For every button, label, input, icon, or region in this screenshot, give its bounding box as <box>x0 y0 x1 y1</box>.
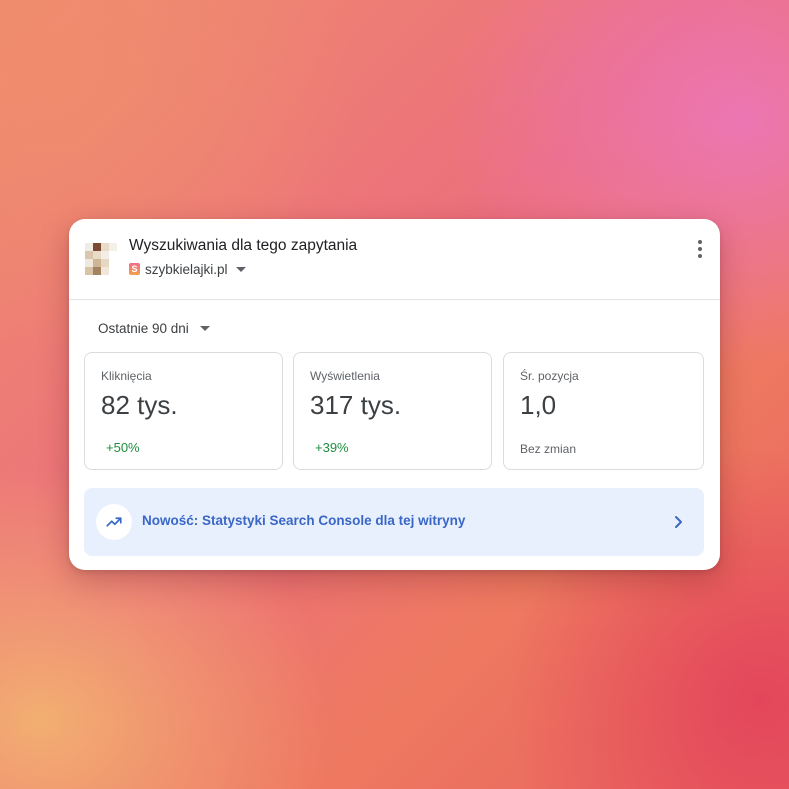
metric-card-clicks[interactable]: Kliknięcia 82 tys. +50% <box>84 352 283 470</box>
metric-label: Śr. pozycja <box>520 369 579 383</box>
favicon-pixel <box>109 243 117 251</box>
favicon-pixel <box>93 267 101 275</box>
favicon-pixel <box>93 243 101 251</box>
more-vert-icon[interactable] <box>689 237 711 261</box>
search-stats-card: Wyszukiwania dla tego zapytania S szybki… <box>69 219 720 570</box>
favicon-pixel <box>93 251 101 259</box>
metric-card-impressions[interactable]: Wyświetlenia 317 tys. +39% <box>293 352 492 470</box>
chevron-down-icon <box>235 266 246 272</box>
chevron-right-icon <box>675 516 682 528</box>
favicon-pixel <box>101 267 109 275</box>
search-console-promo-link[interactable]: Nowość: Statystyki Search Console dla te… <box>84 488 704 556</box>
period-selector[interactable]: Ostatnie 90 dni <box>98 319 210 337</box>
card-header: Wyszukiwania dla tego zapytania S szybki… <box>69 219 720 300</box>
metric-change: Bez zmian <box>520 442 577 456</box>
chevron-down-icon <box>199 325 210 331</box>
site-selector[interactable]: S szybkielajki.pl <box>129 261 246 277</box>
site-logo-icon: S <box>129 263 140 275</box>
favicon-pixel <box>109 251 117 259</box>
metric-change: +39% <box>315 440 349 455</box>
period-label: Ostatnie 90 dni <box>98 320 189 336</box>
favicon-pixel <box>101 243 109 251</box>
favicon-pixel <box>109 267 117 275</box>
trending-up-icon <box>96 504 132 540</box>
card-title: Wyszukiwania dla tego zapytania <box>129 237 358 254</box>
site-favicon-icon <box>85 243 117 275</box>
favicon-pixel <box>101 259 109 267</box>
favicon-pixel <box>85 259 93 267</box>
favicon-pixel <box>85 267 93 275</box>
favicon-pixel <box>93 259 101 267</box>
favicon-pixel <box>85 243 93 251</box>
metric-label: Wyświetlenia <box>310 369 380 383</box>
metric-value: 317 tys. <box>310 390 402 420</box>
metric-label: Kliknięcia <box>101 369 152 383</box>
metric-change: +50% <box>106 440 140 455</box>
metric-value: 82 tys. <box>101 390 178 420</box>
promo-text: Nowość: Statystyki Search Console dla te… <box>142 513 466 528</box>
favicon-pixel <box>101 251 109 259</box>
favicon-pixel <box>109 259 117 267</box>
site-name: szybkielajki.pl <box>145 261 228 277</box>
favicon-pixel <box>85 251 93 259</box>
metric-card-avg-position[interactable]: Śr. pozycja 1,0 Bez zmian <box>503 352 704 470</box>
metric-value: 1,0 <box>520 390 557 420</box>
